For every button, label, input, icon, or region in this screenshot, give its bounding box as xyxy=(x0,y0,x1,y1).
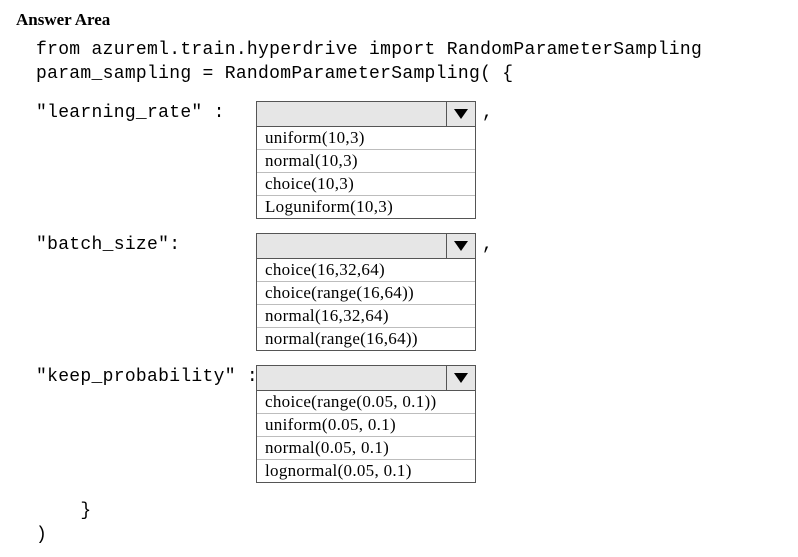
dropdown-option[interactable]: choice(range(0.05, 0.1)) xyxy=(257,391,475,414)
assignment-line: param_sampling = RandomParameterSampling… xyxy=(36,62,782,86)
dropdown-closed-batch-size[interactable] xyxy=(256,233,476,259)
answer-area-title: Answer Area xyxy=(16,10,782,30)
dropdown-learning-rate[interactable]: uniform(10,3) normal(10,3) choice(10,3) … xyxy=(256,101,476,219)
dropdown-option[interactable]: uniform(10,3) xyxy=(257,127,475,150)
param-row-keep-probability: "keep_probability" : choice(range(0.05, … xyxy=(36,365,782,483)
param-row-batch-size: "batch_size": choice(16,32,64) choice(ra… xyxy=(36,233,782,351)
chevron-down-icon xyxy=(454,241,468,251)
dropdown-batch-size[interactable]: choice(16,32,64) choice(range(16,64)) no… xyxy=(256,233,476,351)
dropdown-selected-batch-size xyxy=(257,234,446,258)
param-label-batch-size: "batch_size": xyxy=(36,235,256,255)
code-area: from azureml.train.hyperdrive import Ran… xyxy=(36,38,782,547)
dropdown-option[interactable]: uniform(0.05, 0.1) xyxy=(257,414,475,437)
dropdown-toggle-keep-probability[interactable] xyxy=(446,366,475,390)
dropdown-option[interactable]: normal(16,32,64) xyxy=(257,305,475,328)
dropdown-toggle-learning-rate[interactable] xyxy=(446,102,475,126)
dropdown-closed-learning-rate[interactable] xyxy=(256,101,476,127)
dropdown-option[interactable]: normal(0.05, 0.1) xyxy=(257,437,475,460)
dropdown-options-batch-size: choice(16,32,64) choice(range(16,64)) no… xyxy=(256,259,476,351)
dropdown-option[interactable]: choice(range(16,64)) xyxy=(257,282,475,305)
chevron-down-icon xyxy=(454,373,468,383)
dropdown-toggle-batch-size[interactable] xyxy=(446,234,475,258)
dropdown-option[interactable]: normal(range(16,64)) xyxy=(257,328,475,350)
import-line: from azureml.train.hyperdrive import Ran… xyxy=(36,38,782,62)
closing-paren: ) xyxy=(36,523,782,547)
dropdown-options-keep-probability: choice(range(0.05, 0.1)) uniform(0.05, 0… xyxy=(256,391,476,483)
param-row-learning-rate: "learning_rate" : uniform(10,3) normal(1… xyxy=(36,101,782,219)
closing-brace: } xyxy=(36,499,782,523)
dropdown-options-learning-rate: uniform(10,3) normal(10,3) choice(10,3) … xyxy=(256,127,476,219)
dropdown-closed-keep-probability[interactable] xyxy=(256,365,476,391)
chevron-down-icon xyxy=(454,109,468,119)
dropdown-selected-learning-rate xyxy=(257,102,446,126)
dropdown-option[interactable]: normal(10,3) xyxy=(257,150,475,173)
dropdown-keep-probability[interactable]: choice(range(0.05, 0.1)) uniform(0.05, 0… xyxy=(256,365,476,483)
trailing-comma: , xyxy=(482,103,493,123)
param-label-learning-rate: "learning_rate" : xyxy=(36,103,256,123)
dropdown-option[interactable]: lognormal(0.05, 0.1) xyxy=(257,460,475,482)
dropdown-selected-keep-probability xyxy=(257,366,446,390)
dropdown-option[interactable]: choice(10,3) xyxy=(257,173,475,196)
trailing-comma: , xyxy=(482,235,493,255)
dropdown-option[interactable]: choice(16,32,64) xyxy=(257,259,475,282)
param-label-keep-probability: "keep_probability" : xyxy=(36,367,256,387)
dropdown-option[interactable]: Loguniform(10,3) xyxy=(257,196,475,218)
